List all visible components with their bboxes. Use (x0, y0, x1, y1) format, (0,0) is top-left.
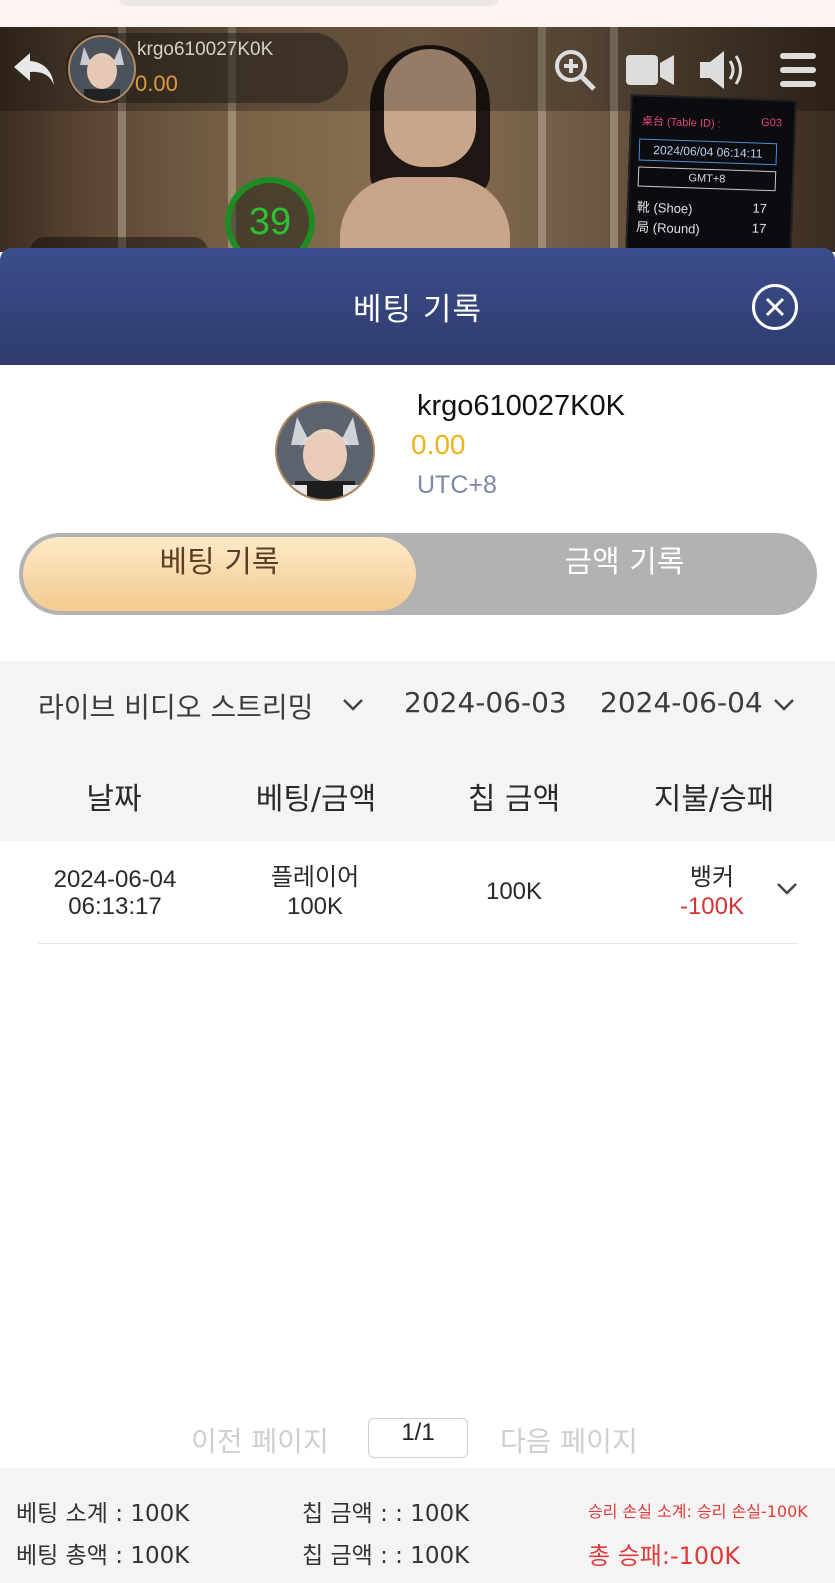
close-button[interactable] (752, 284, 798, 330)
modal-header: 베팅 기록 (0, 248, 835, 365)
tab-bet-history[interactable]: 베팅 기록 (23, 537, 416, 611)
modal-title: 베팅 기록 (353, 292, 482, 328)
row-result: 뱅커 (689, 864, 735, 891)
table-id-value: G03 (760, 116, 783, 130)
chip-subtotal: 칩 금액 : : 100K (302, 1501, 470, 1527)
tab-amount-history-label: 금액 기록 (564, 545, 685, 580)
table-id-row: 桌台 (Table ID) : G03 (642, 113, 792, 134)
live-video: krgo610027K0K 0.00 39 桌台 (Table ID) : G03… (0, 27, 835, 252)
table-id-label: 桌台 (Table ID) : (641, 115, 721, 131)
header-date: 날짜 (86, 782, 142, 817)
row-bet-type: 플레이어 (270, 864, 360, 891)
row-bet-amount: 100K (286, 893, 344, 920)
video-camera-icon[interactable] (624, 47, 676, 93)
header-chip-amount: 칩 금액 (467, 782, 561, 817)
shoe-value: 17 (752, 200, 768, 216)
record-type-toggle: 베팅 기록 금액 기록 (19, 533, 817, 615)
header-payout: 지불/승패 (653, 782, 775, 817)
profile-username: krgo610027K0K (417, 390, 625, 422)
winloss-subtotal: 승리 손실 소계: 승리 손실-100K (588, 1502, 808, 1521)
shoe-label: 靴 (Shoe) (636, 199, 693, 217)
video-username: krgo610027K0K (137, 39, 274, 60)
page-indicator: 1/1 (368, 1418, 468, 1458)
dealer-body (340, 177, 510, 252)
winloss-total: 총 승패:-100K (588, 1542, 741, 1570)
game-type-value: 라이브 비디오 스트리밍 (38, 691, 314, 724)
round-row: 局 (Round) 17 (636, 216, 767, 240)
round-value: 17 (751, 220, 767, 236)
close-icon (765, 297, 785, 317)
back-icon[interactable] (12, 49, 56, 89)
row-payout: -100K (679, 893, 745, 920)
countdown-value: 39 (248, 201, 292, 243)
speaker-icon[interactable] (698, 47, 750, 93)
bet-total: 베팅 총액 : 100K (16, 1543, 190, 1569)
chevron-down-icon[interactable] (773, 698, 795, 712)
menu-icon[interactable] (778, 47, 818, 93)
game-type-select[interactable]: 라이브 비디오 스트리밍 (38, 686, 313, 726)
video-balance: 0.00 (135, 71, 178, 96)
zoom-in-icon[interactable] (552, 47, 598, 93)
table-info-board: 桌台 (Table ID) : G03 2024/06/04 06:14:11 G… (625, 94, 797, 252)
chevron-down-icon[interactable] (342, 698, 364, 712)
date-to-field[interactable]: 2024-06-04 (600, 686, 763, 719)
avatar (68, 35, 136, 103)
profile-timezone: UTC+8 (417, 471, 497, 499)
row-date: 2024-06-04 (53, 866, 177, 893)
profile-avatar (275, 401, 375, 501)
date-to-value: 2024-06-04 (600, 686, 763, 719)
tab-bet-history-label: 베팅 기록 (159, 545, 280, 580)
top-strip (0, 0, 835, 27)
countdown-timer: 39 (225, 177, 315, 252)
app-root: krgo610027K0K 0.00 39 桌台 (Table ID) : G03… (0, 0, 835, 1583)
header-bet-amount: 베팅/금액 (255, 782, 377, 817)
chip-total: 칩 금액 : : 100K (302, 1543, 470, 1569)
row-chip-amount: 100K (485, 878, 543, 905)
date-from-field[interactable]: 2024-06-03 (404, 686, 567, 719)
round-label: 局 (Round) (635, 219, 701, 237)
top-pill (118, 0, 500, 6)
row-divider (38, 943, 798, 944)
next-page-button[interactable]: 다음 페이지 (500, 1420, 638, 1460)
expand-chevron-icon[interactable] (776, 882, 798, 896)
prev-page-button[interactable]: 이전 페이지 (191, 1420, 329, 1460)
profile-balance: 0.00 (411, 429, 466, 460)
board-datetime: 2024/06/04 06:14:11 (638, 138, 778, 166)
bet-subtotal: 베팅 소계 : 100K (16, 1501, 190, 1527)
board-timezone: GMT+8 (637, 166, 777, 192)
row-time: 06:13:17 (68, 893, 162, 920)
tab-amount-history[interactable]: 금액 기록 (432, 537, 817, 611)
date-from-value: 2024-06-03 (404, 686, 567, 719)
